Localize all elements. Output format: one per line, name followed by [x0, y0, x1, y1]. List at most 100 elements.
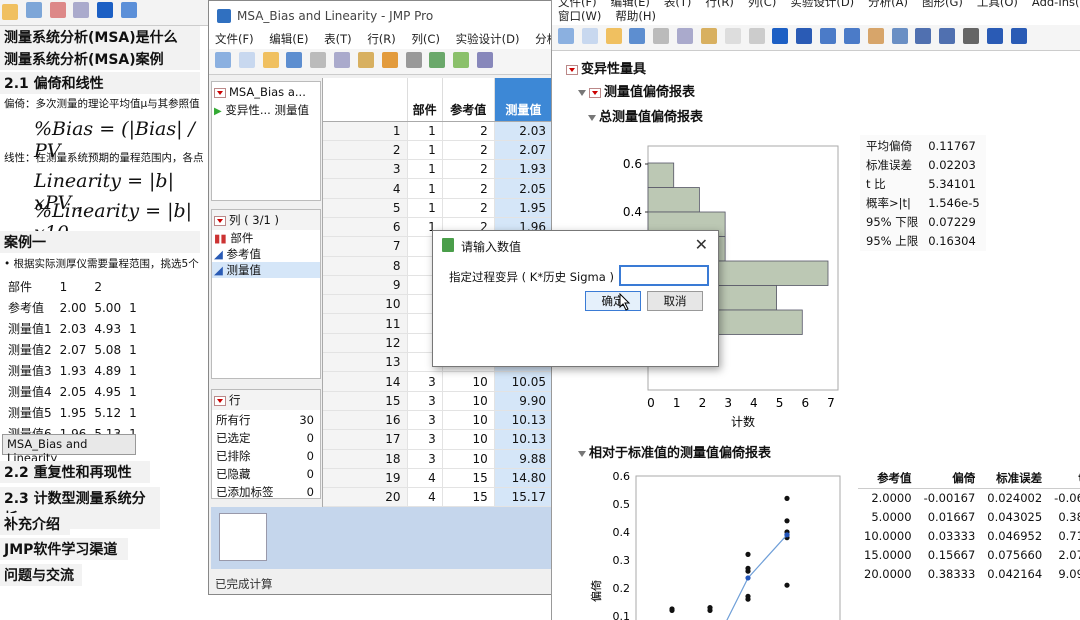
- table-menu-icon[interactable]: [214, 87, 226, 98]
- row-number[interactable]: 20: [323, 487, 408, 508]
- selection-icon[interactable]: [843, 28, 860, 44]
- menu-doe[interactable]: 实验设计(D): [456, 32, 520, 46]
- table-row[interactable]: 20 4 15 15.17: [323, 487, 554, 508]
- report-menu-item[interactable]: 图形(G): [922, 0, 963, 9]
- outline-section-1[interactable]: 测量系统分析(MSA)是什么: [0, 26, 200, 48]
- table-cell[interactable]: 9.88: [494, 449, 554, 469]
- column-item-ref[interactable]: 参考值: [227, 247, 262, 261]
- cut-icon[interactable]: [653, 28, 670, 44]
- column-header-ref[interactable]: 参考值: [442, 78, 495, 122]
- table-row[interactable]: 17 3 10 10.13: [323, 429, 554, 450]
- menu-analyze[interactable]: 分析(A): [535, 32, 551, 46]
- table-cell[interactable]: 3: [407, 449, 443, 469]
- row-number[interactable]: 9: [323, 275, 408, 296]
- table-row[interactable]: 15 3 10 9.90: [323, 391, 554, 411]
- row-number[interactable]: 3: [323, 159, 408, 180]
- table-cell[interactable]: 15: [442, 468, 495, 489]
- bias-menu-icon[interactable]: [589, 87, 601, 98]
- table-cell[interactable]: 1: [407, 159, 443, 180]
- table-cell[interactable]: 1: [407, 121, 443, 141]
- collapse-icon[interactable]: [578, 450, 586, 457]
- collapse-icon[interactable]: [578, 89, 586, 96]
- bias-report-title[interactable]: 测量值偏倚报表: [578, 81, 695, 100]
- outline-section-2[interactable]: 测量系统分析(MSA)案例: [0, 48, 200, 70]
- outline-item-4[interactable]: JMP软件学习渠道: [0, 538, 128, 560]
- outline-item-1[interactable]: 2.2 重复性和再现性: [0, 461, 150, 483]
- copy-icon[interactable]: [334, 52, 351, 68]
- collapse-icon[interactable]: [588, 114, 596, 121]
- row-number[interactable]: 15: [323, 391, 408, 411]
- table-row[interactable]: 2 1 2 2.07: [323, 140, 554, 161]
- table-row[interactable]: 1 1 2 2.03: [323, 121, 554, 141]
- table-cell[interactable]: 2: [442, 159, 495, 180]
- doc-icon[interactable]: [724, 28, 741, 44]
- row-number[interactable]: 2: [323, 140, 408, 161]
- table-cell[interactable]: 2: [442, 121, 495, 141]
- outline-item-3[interactable]: 补充介绍: [0, 513, 70, 535]
- copy-icon[interactable]: [73, 2, 90, 18]
- paste-icon[interactable]: [357, 52, 374, 68]
- report-menu-item[interactable]: 表(T): [664, 0, 692, 9]
- row-number[interactable]: 5: [323, 198, 408, 218]
- new-icon[interactable]: [558, 28, 574, 44]
- outline-section-3[interactable]: 2.1 偏倚和线性: [0, 72, 200, 94]
- row-number[interactable]: 18: [323, 449, 408, 469]
- brush-icon[interactable]: [891, 28, 908, 44]
- save-icon[interactable]: [629, 28, 646, 44]
- report-title[interactable]: 变异性量具: [566, 58, 646, 77]
- menu-edit[interactable]: 编辑(E): [269, 32, 308, 46]
- row-number[interactable]: 16: [323, 410, 408, 431]
- column-icon[interactable]: [429, 52, 446, 68]
- cut-icon[interactable]: [310, 52, 327, 68]
- hand-icon[interactable]: [867, 28, 884, 44]
- row-number[interactable]: 12: [323, 333, 408, 354]
- table-row[interactable]: 16 3 10 10.13: [323, 410, 554, 431]
- file-link-button[interactable]: MSA_Bias and Linearity: [2, 434, 136, 465]
- table-cell[interactable]: 1: [407, 178, 443, 199]
- process-variation-input[interactable]: [619, 265, 709, 286]
- menu-cols[interactable]: 列(C): [411, 32, 440, 46]
- cancel-button[interactable]: 取消: [647, 291, 703, 311]
- report-menu-icon[interactable]: [566, 64, 578, 75]
- column-header-measure[interactable]: 测量值: [494, 78, 554, 122]
- save-icon[interactable]: [286, 52, 303, 68]
- menu-file[interactable]: 文件(F): [215, 32, 254, 46]
- report-thumbnail[interactable]: [219, 513, 267, 561]
- script-item[interactable]: 变异性... 测量值: [225, 103, 309, 117]
- ref-bias-title[interactable]: 相对于标准值的测量值偏倚报表: [578, 442, 771, 461]
- total-bias-title[interactable]: 总测量值偏倚报表: [588, 106, 703, 125]
- help-icon[interactable]: [121, 2, 138, 18]
- table-cell[interactable]: 1: [407, 198, 443, 218]
- lasso-icon[interactable]: [915, 28, 932, 44]
- report-menu-item[interactable]: 窗口(W): [558, 9, 601, 23]
- crosshair-icon[interactable]: [820, 28, 837, 44]
- row-number[interactable]: 11: [323, 313, 408, 334]
- report-menu-item[interactable]: 帮助(H): [615, 9, 656, 23]
- menu-rows[interactable]: 行(R): [367, 32, 395, 46]
- table-cell[interactable]: 4: [407, 468, 443, 489]
- open-icon[interactable]: [2, 4, 18, 20]
- help-icon[interactable]: [796, 28, 813, 44]
- row-number[interactable]: 4: [323, 178, 408, 199]
- table-cell[interactable]: 15: [442, 487, 495, 508]
- table-cell[interactable]: 4: [407, 487, 443, 508]
- table-cell[interactable]: 14.80: [494, 468, 554, 489]
- table-cell[interactable]: 1: [407, 140, 443, 161]
- rows-menu-icon[interactable]: [214, 395, 226, 406]
- row-number[interactable]: 13: [323, 352, 408, 373]
- row-number[interactable]: 1: [323, 121, 408, 141]
- report-menu-item[interactable]: 列(C): [748, 0, 777, 9]
- table-row[interactable]: 19 4 15 14.80: [323, 468, 554, 489]
- open-icon[interactable]: [262, 52, 279, 68]
- copy-icon[interactable]: [677, 28, 694, 44]
- column-header-part[interactable]: 部件: [407, 78, 443, 122]
- text-icon[interactable]: [986, 28, 1003, 44]
- report-menu-item[interactable]: 实验设计(D): [790, 0, 854, 9]
- report-menu-item[interactable]: 编辑(E): [611, 0, 650, 9]
- table-row[interactable]: 3 1 2 1.93: [323, 159, 554, 180]
- table-row[interactable]: 14 3 10 10.05: [323, 371, 554, 392]
- open-icon[interactable]: [605, 28, 622, 44]
- table-cell[interactable]: 2: [442, 178, 495, 199]
- menu-table[interactable]: 表(T): [324, 32, 352, 46]
- outline-item-5[interactable]: 问题与交流: [0, 564, 82, 586]
